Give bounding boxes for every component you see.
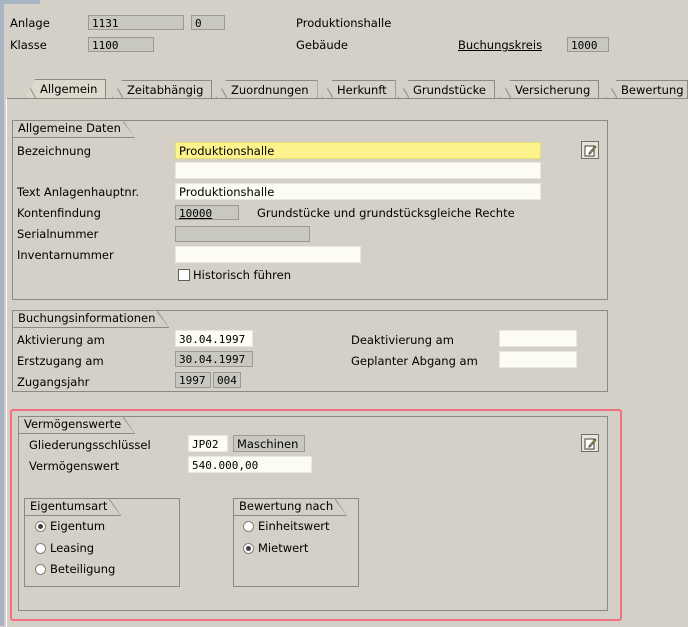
radio-mietwert[interactable] (243, 543, 254, 554)
radio-beteiligung[interactable] (35, 564, 46, 575)
inventarnummer-label: Inventarnummer (17, 248, 114, 262)
klasse-field[interactable]: 1100 (88, 37, 154, 52)
kontenfindung-description: Grundstücke und grundstücksgleiche Recht… (257, 206, 515, 220)
tab-grundstuecke[interactable]: Grundstücke (398, 80, 495, 98)
aktivierung-input[interactable]: 30.04.1997 (175, 330, 253, 347)
vermoegenswert-input[interactable]: 540.000,00 (188, 456, 312, 473)
kontenfindung-label: Kontenfindung (17, 206, 101, 220)
bezeichnung2-input[interactable] (175, 162, 541, 179)
erstzugang-field[interactable]: 30.04.1997 (175, 351, 253, 367)
radio-eigentum[interactable] (35, 521, 46, 532)
serialnummer-field[interactable] (175, 226, 310, 242)
bezeichnung-label: Bezeichnung (17, 144, 92, 158)
vermoegenswert-label: Vermögenswert (29, 459, 120, 473)
buchungskreis-field[interactable]: 1000 (567, 37, 609, 52)
bezeichnung-input[interactable]: Produktionshalle (175, 142, 541, 159)
group-title: Buchungsinformationen (12, 310, 169, 328)
radio-eigentum-label: Eigentum (50, 519, 106, 533)
tab-zeitabhaengig[interactable]: Zeitabhängig (112, 80, 213, 98)
background-window-edge (0, 0, 4, 626)
zugangsjahr-label: Zugangsjahr (17, 375, 90, 389)
deaktivierung-input[interactable] (499, 330, 577, 347)
group-title: Allgemeine Daten (12, 120, 135, 138)
klasse-description: Gebäude (296, 38, 348, 52)
serialnummer-label: Serialnummer (17, 227, 99, 241)
radio-leasing[interactable] (35, 543, 46, 554)
anlage-field[interactable]: 1131 (88, 15, 184, 30)
gliederungsschluessel-description: Maschinen (233, 435, 305, 452)
anlage-subnumber-field[interactable]: 0 (191, 15, 225, 30)
anlage-description: Produktionshalle (296, 16, 392, 30)
text-anlagenhauptnr-label: Text Anlagenhauptnr. (17, 185, 140, 199)
group-title: Vermögenswerte (18, 416, 135, 434)
background-window-edge-top (0, 0, 40, 4)
group-title: Bewertung nach (233, 498, 347, 516)
edit-vermoegenswerte-button[interactable] (581, 434, 599, 452)
radio-mietwert-label: Mietwert (258, 541, 309, 555)
historisch-fuehren-label: Historisch führen (193, 268, 292, 282)
buchungskreis-label: Buchungskreis (458, 38, 543, 52)
text-anlagenhauptnr-input[interactable]: Produktionshalle (175, 183, 541, 200)
inventarnummer-input[interactable] (175, 246, 361, 263)
anlage-label: Anlage (10, 16, 50, 30)
geplanter-abgang-label: Geplanter Abgang am (351, 354, 478, 368)
tab-bewertung[interactable]: Bewertung (606, 80, 688, 98)
deaktivierung-label: Deaktivierung am (351, 333, 454, 347)
tab-versicherung[interactable]: Versicherung (500, 80, 600, 98)
group-title: Eigentumsart (24, 498, 121, 516)
zugangsjahr-period-field[interactable]: 004 (213, 372, 241, 388)
erstzugang-label: Erstzugang am (17, 354, 104, 368)
tab-herkunft[interactable]: Herkunft (322, 80, 396, 98)
radio-beteiligung-label: Beteiligung (50, 562, 116, 576)
zugangsjahr-year-field[interactable]: 1997 (175, 372, 211, 388)
historisch-fuehren-checkbox[interactable] (178, 269, 190, 281)
tab-zuordnungen[interactable]: Zuordnungen (216, 80, 318, 98)
kontenfindung-field[interactable]: 10000 (175, 205, 239, 220)
radio-einheitswert[interactable] (243, 521, 254, 532)
edit-pencil-icon (584, 437, 597, 449)
radio-leasing-label: Leasing (50, 541, 95, 555)
tab-allgemein[interactable]: Allgemein (25, 79, 107, 99)
aktivierung-label: Aktivierung am (17, 333, 105, 347)
geplanter-abgang-input[interactable] (499, 351, 577, 368)
klasse-label: Klasse (10, 38, 47, 52)
edit-bezeichnung-button[interactable] (581, 141, 599, 159)
edit-pencil-icon (584, 144, 597, 156)
gliederungsschluessel-input[interactable]: JP02 (188, 435, 228, 452)
gliederungsschluessel-label: Gliederungsschlüssel (29, 438, 151, 452)
radio-einheitswert-label: Einheitswert (258, 519, 330, 533)
